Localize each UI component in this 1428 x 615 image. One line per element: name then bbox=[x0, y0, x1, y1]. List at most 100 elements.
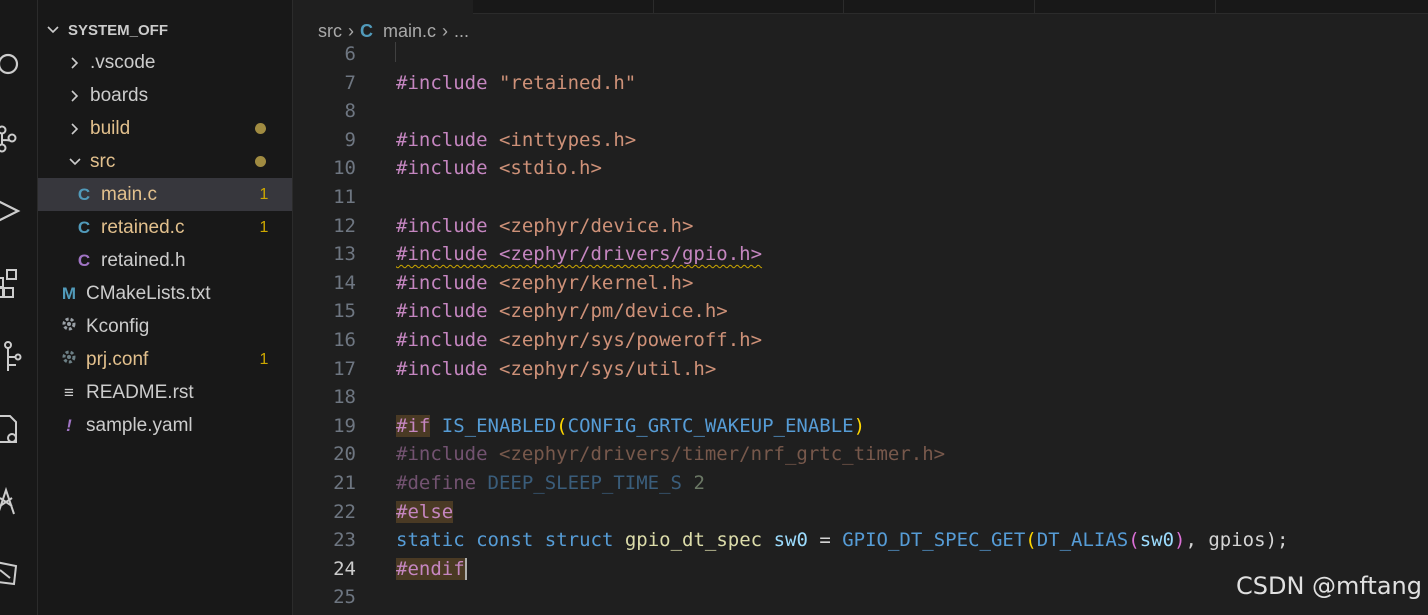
board-config-icon[interactable] bbox=[0, 412, 24, 448]
code-token: ( bbox=[1025, 529, 1037, 552]
source-control-icon[interactable] bbox=[0, 120, 24, 156]
tree-item-kconfig[interactable]: Kconfig bbox=[38, 310, 292, 343]
tree-item-prj-conf[interactable]: prj.conf 1 bbox=[38, 343, 292, 376]
code-line[interactable]: 11 bbox=[293, 183, 1428, 212]
code-line[interactable]: 12 #include <zephyr/device.h> bbox=[293, 212, 1428, 241]
search-icon[interactable] bbox=[0, 46, 24, 82]
line-number: 22 bbox=[333, 500, 356, 523]
line-number: 25 bbox=[333, 586, 356, 609]
c-file-icon: C bbox=[360, 20, 373, 41]
code-token: , bbox=[1185, 529, 1209, 552]
tree-item-vscode[interactable]: .vscode bbox=[38, 46, 292, 79]
code-token: <zephyr/device.h> bbox=[498, 214, 694, 237]
breadcrumb-file[interactable]: main.c bbox=[383, 21, 436, 42]
tree-item-build[interactable]: build bbox=[38, 112, 292, 145]
activity-bar bbox=[0, 0, 38, 615]
line-number: 9 bbox=[344, 128, 356, 151]
tree-item-main-c[interactable]: C main.c 1 bbox=[38, 178, 292, 211]
code-line[interactable]: 13 #include <zephyr/drivers/gpio.h> bbox=[293, 240, 1428, 269]
code-line[interactable]: 7 #include "retained.h" bbox=[293, 69, 1428, 98]
code-token: #include <zephyr/drivers/gpio.h> bbox=[396, 243, 763, 266]
code-token: #include bbox=[396, 214, 488, 237]
line-number: 18 bbox=[333, 386, 356, 409]
c-file-icon: C bbox=[77, 184, 91, 204]
code-line[interactable]: 19 #if IS_ENABLED(CONFIG_GRTC_WAKEUP_ENAB… bbox=[293, 412, 1428, 441]
extensions-icon[interactable] bbox=[0, 266, 24, 302]
device-tree-icon[interactable] bbox=[0, 339, 24, 375]
code-line[interactable]: 20 #include <zephyr/drivers/timer/nrf_grt… bbox=[293, 440, 1428, 469]
line-text: #include "retained.h" bbox=[396, 69, 636, 98]
tree-item-src[interactable]: src bbox=[38, 145, 292, 178]
code-line[interactable]: 21 #define DEEP_SLEEP_TIME_S 2 bbox=[293, 469, 1428, 498]
code-line[interactable]: 17 #include <zephyr/sys/util.h> bbox=[293, 355, 1428, 384]
line-number: 8 bbox=[344, 100, 356, 123]
cmake-file-icon: M bbox=[61, 283, 77, 303]
code-token: = bbox=[807, 529, 843, 552]
code-line[interactable]: 22 #else bbox=[293, 498, 1428, 527]
breadcrumb-folder[interactable]: src bbox=[318, 21, 342, 42]
tree-item-label: retained.h bbox=[101, 249, 186, 271]
tree-item-sample-yaml[interactable]: ! sample.yaml bbox=[38, 409, 292, 442]
tree-item-label: CMakeLists.txt bbox=[86, 282, 211, 304]
line-number: 17 bbox=[333, 357, 356, 380]
code-token: struct bbox=[544, 529, 614, 552]
code-token: ) bbox=[1174, 529, 1186, 552]
line-text: #include <zephyr/sys/poweroff.h> bbox=[396, 326, 762, 355]
tree-item-boards[interactable]: boards bbox=[38, 79, 292, 112]
run-debug-icon[interactable] bbox=[0, 193, 24, 229]
modified-dot-icon bbox=[255, 123, 266, 134]
code-token: "retained.h" bbox=[498, 71, 637, 94]
tree-item-cmakelists[interactable]: M CMakeLists.txt bbox=[38, 277, 292, 310]
code-token: <inttypes.h> bbox=[498, 128, 637, 151]
code-token: <zephyr/kernel.h> bbox=[498, 271, 694, 294]
breadcrumb-symbols[interactable]: ... bbox=[454, 21, 469, 42]
code-line[interactable]: 9 #include <inttypes.h> bbox=[293, 126, 1428, 155]
line-text: #include <zephyr/sys/util.h> bbox=[396, 355, 716, 384]
folder-name: SYSTEM_OFF bbox=[68, 21, 169, 39]
line-number: 24 bbox=[333, 557, 356, 580]
nrf-connect-icon[interactable] bbox=[0, 554, 24, 590]
line-number: 19 bbox=[333, 414, 356, 437]
nordic-icon[interactable] bbox=[0, 484, 24, 520]
chevron-right-icon: › bbox=[348, 20, 354, 41]
modified-dot-icon bbox=[255, 156, 266, 167]
code-token: ( bbox=[556, 414, 568, 437]
line-number: 11 bbox=[333, 186, 356, 208]
code-line[interactable]: 10 #include <stdio.h> bbox=[293, 154, 1428, 183]
c-file-icon: C bbox=[77, 217, 91, 237]
code-token: CONFIG_GRTC_WAKEUP_ENABLE bbox=[567, 414, 854, 437]
code-line[interactable]: 8 bbox=[293, 97, 1428, 126]
tree-item-label: retained.c bbox=[101, 216, 185, 238]
code-line[interactable]: 15 #include <zephyr/pm/device.h> bbox=[293, 297, 1428, 326]
tree-item-label: prj.conf bbox=[86, 348, 149, 370]
code-line[interactable]: 16 #include <zephyr/sys/poweroff.h> bbox=[293, 326, 1428, 355]
tree-item-label: boards bbox=[90, 84, 149, 106]
tree-item-readme[interactable]: ≡ README.rst bbox=[38, 376, 292, 409]
explorer-sidebar: SYSTEM_OFF .vscode boards build src C ma… bbox=[38, 0, 293, 615]
code-line[interactable]: 14 #include <zephyr/kernel.h> bbox=[293, 269, 1428, 298]
explorer-folder-header[interactable]: SYSTEM_OFF bbox=[38, 17, 292, 43]
tree-item-retained-c[interactable]: C retained.c 1 bbox=[38, 211, 292, 244]
code-token: gpio_dt_spec bbox=[624, 529, 763, 552]
tab-divider bbox=[1215, 0, 1216, 13]
line-number: 12 bbox=[333, 214, 356, 237]
line-text: #if IS_ENABLED(CONFIG_GRTC_WAKEUP_ENABLE… bbox=[396, 412, 865, 441]
code-line[interactable]: 6 bbox=[293, 40, 1428, 69]
code-line[interactable]: 18 bbox=[293, 383, 1428, 412]
chevron-down-icon bbox=[47, 26, 59, 34]
chevron-right-icon bbox=[71, 56, 79, 69]
line-text: #endif bbox=[396, 555, 467, 584]
code-token: #include bbox=[396, 443, 488, 466]
code-token: #if bbox=[396, 414, 431, 437]
code-token: gpios bbox=[1208, 529, 1266, 552]
code-token: #include bbox=[396, 71, 488, 94]
tree-item-label: build bbox=[90, 117, 131, 139]
code-line[interactable]: 23 static const struct gpio_dt_spec sw0 =… bbox=[293, 526, 1428, 555]
line-text: #include <zephyr/drivers/timer/nrf_grtc_… bbox=[396, 440, 945, 469]
tree-item-retained-h[interactable]: C retained.h bbox=[38, 244, 292, 277]
